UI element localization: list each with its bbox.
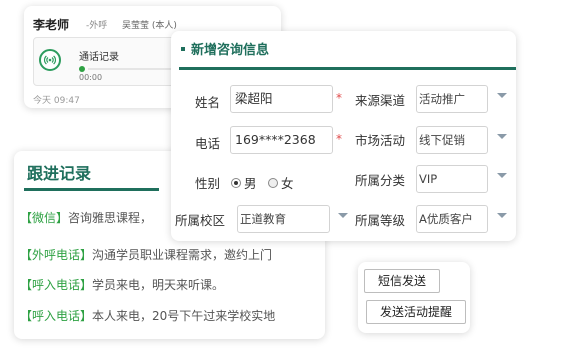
- caller-name: 李老师: [33, 18, 70, 32]
- actions-card: 短信发送 发送活动提醒: [358, 262, 470, 333]
- gender-male-radio[interactable]: 男: [231, 173, 257, 192]
- level-label: 所属等级: [355, 213, 406, 228]
- call-type: -外呼: [86, 21, 108, 31]
- record-time: 00:00: [79, 73, 103, 82]
- followup-tag: 【呼入电话】: [20, 278, 93, 292]
- gender-label: 性别: [195, 176, 221, 191]
- followup-text: 本人来电，20号下午过来学校实地: [92, 309, 276, 323]
- campaign-label: 市场活动: [355, 133, 406, 148]
- phone-required-mark: *: [336, 132, 342, 146]
- new-consult-card: 新增咨询信息 姓名 梁超阳 * 来源渠道 活动推广 电话 169****2368…: [171, 31, 516, 241]
- followup-title-underline: [24, 188, 159, 191]
- radio-unchecked-icon: [268, 177, 278, 188]
- followup-text: 沟通学员职业课程需求，邀约上门: [92, 248, 273, 262]
- call-record-label: 通话记录: [79, 52, 119, 63]
- followup-record[interactable]: 【呼入电话】本人来电，20号下午过来学校实地: [20, 307, 275, 324]
- followup-tag: 【呼入电话】: [20, 309, 93, 323]
- phone-input[interactable]: 169****2368: [230, 126, 333, 154]
- campus-label: 所属校区: [175, 213, 226, 228]
- gender-male-label: 男: [244, 176, 257, 191]
- send-activity-reminder-button[interactable]: 发送活动提醒: [366, 300, 466, 324]
- followup-text: 咨询雅思课程，: [68, 211, 153, 225]
- caller-person: 吴莹莹 (本人): [122, 21, 177, 31]
- source-select[interactable]: 活动推广: [416, 85, 488, 113]
- call-time: 今天 09:47: [33, 96, 80, 106]
- radio-checked-icon: [231, 177, 241, 188]
- consult-title: 新增咨询信息: [181, 39, 269, 58]
- gender-female-label: 女: [281, 176, 294, 191]
- campaign-dropdown-icon[interactable]: [497, 134, 507, 139]
- phone-label: 电话: [195, 136, 221, 151]
- source-label: 来源渠道: [355, 93, 406, 108]
- campus-select[interactable]: 正道教育: [237, 205, 330, 233]
- name-required-mark: *: [336, 91, 342, 105]
- followup-record[interactable]: 【呼入电话】学员来电，明天来听课。: [20, 276, 224, 293]
- consult-title-underline: [179, 67, 516, 70]
- campaign-select[interactable]: 线下促销: [416, 126, 488, 154]
- sound-wave-icon: [44, 55, 56, 65]
- campus-dropdown-icon[interactable]: [338, 213, 348, 218]
- followup-title: 跟进记录: [27, 164, 92, 183]
- followup-record[interactable]: 【外呼电话】沟通学员职业课程需求，邀约上门: [20, 246, 272, 263]
- followup-record[interactable]: 【微信】咨询雅思课程，: [20, 209, 152, 226]
- category-select[interactable]: VIP: [416, 165, 488, 193]
- audio-progress-handle[interactable]: [79, 66, 85, 72]
- followup-tag: 【外呼电话】: [20, 248, 93, 262]
- level-dropdown-icon[interactable]: [497, 213, 507, 218]
- name-input[interactable]: 梁超阳: [230, 85, 333, 113]
- category-dropdown-icon[interactable]: [497, 173, 507, 178]
- send-sms-button[interactable]: 短信发送: [364, 269, 440, 293]
- audio-play-button[interactable]: [39, 49, 61, 71]
- name-label: 姓名: [195, 95, 221, 110]
- category-label: 所属分类: [355, 173, 406, 188]
- source-dropdown-icon[interactable]: [497, 93, 507, 98]
- gender-female-radio[interactable]: 女: [268, 173, 294, 192]
- level-select[interactable]: A优质客户: [416, 205, 488, 233]
- followup-text: 学员来电，明天来听课。: [92, 278, 225, 292]
- followup-tag: 【微信】: [20, 211, 69, 225]
